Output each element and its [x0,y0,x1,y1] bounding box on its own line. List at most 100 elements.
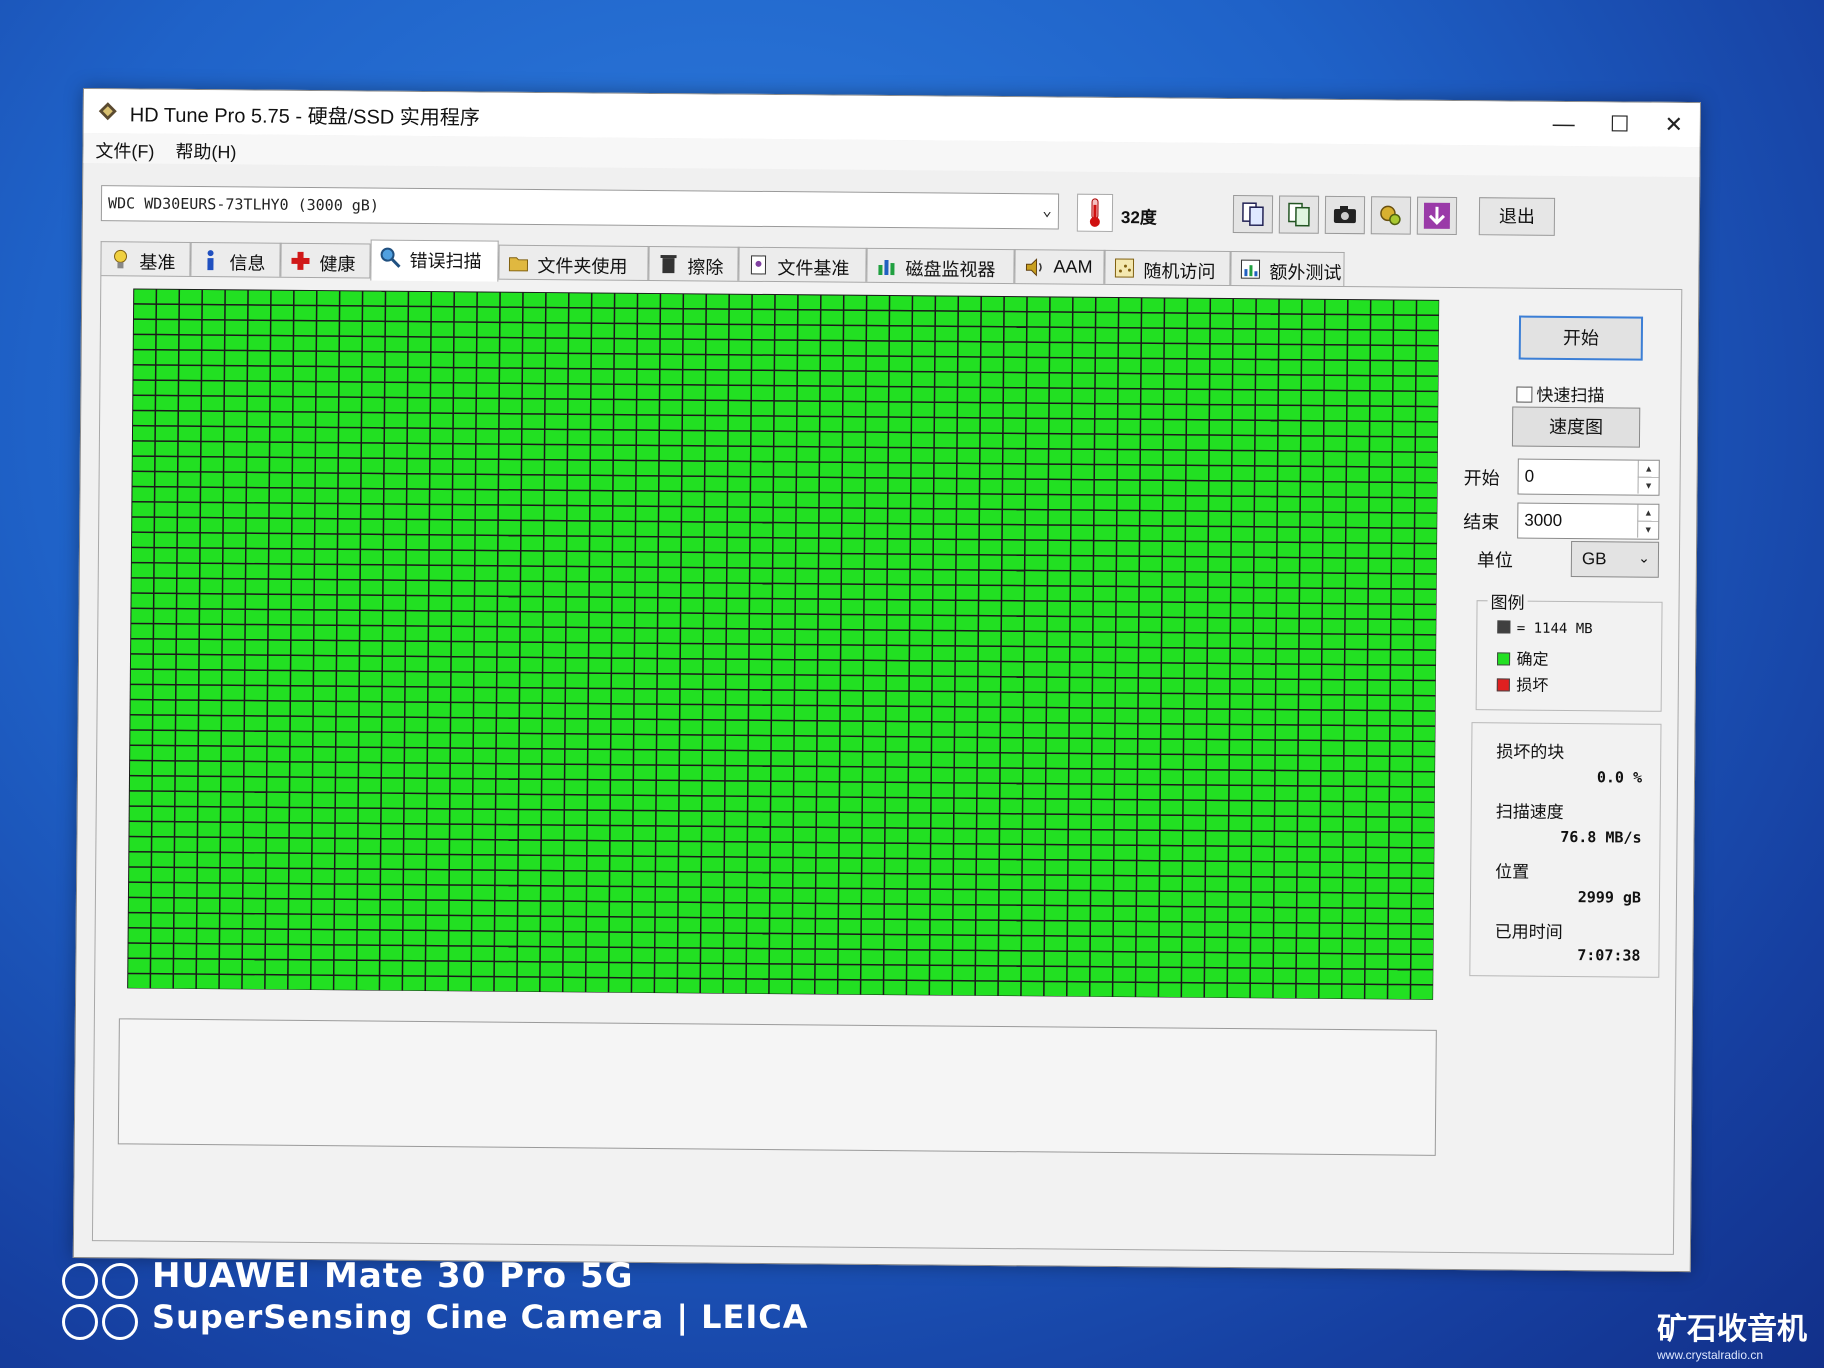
spin-up-icon[interactable]: ▲ [1637,504,1659,522]
scan-block-ok [1004,373,1026,388]
scan-block-ok [202,381,224,396]
scan-block-ok [727,538,750,553]
scan-block-ok [729,340,751,355]
minimize-button[interactable]: — [1536,106,1592,142]
spin-up-icon[interactable]: ▲ [1637,460,1659,478]
scan-block-ok [384,519,406,534]
scan-block-ok [312,823,335,838]
tab-info[interactable]: 信息 [190,241,281,278]
scan-block-ok [796,584,818,599]
close-button[interactable]: ✕ [1646,107,1702,143]
scan-block-ok [1067,951,1090,966]
scan-block-ok [678,887,701,902]
tab-benchmark[interactable]: 基准 [100,241,191,277]
maximize-button[interactable]: ☐ [1592,106,1648,142]
scan-block-ok [473,809,495,824]
scan-block-ok [564,841,587,855]
scan-block-ok [293,458,315,473]
scan-block-ok [1319,969,1342,984]
scan-block-ok [866,432,888,447]
scan-block-ok [430,489,452,504]
start-spinbox[interactable]: 0 ▲ ▼ [1517,458,1660,496]
copy-text-button[interactable] [1232,195,1274,234]
scan-block-ok [1388,954,1411,969]
scan-block-ok [454,337,477,352]
tab-disk-monitor[interactable]: 磁盘监视器 [866,247,1015,285]
save-button[interactable] [1416,196,1458,235]
scan-block-ok [748,827,770,842]
quick-scan-checkbox[interactable]: 快速扫描 [1516,381,1604,407]
scan-block-ok [1047,632,1070,647]
scan-block-ok [450,779,473,794]
options-button[interactable] [1370,196,1412,235]
scan-block-ok [1001,723,1023,738]
menu-file[interactable]: 文件(F) [95,137,154,164]
menu-help[interactable]: 帮助(H) [175,138,236,165]
scan-block-ok [815,980,838,995]
speed-map-button[interactable]: 速度图 [1511,406,1641,448]
tab-random-access[interactable]: 随机访问 [1104,249,1231,287]
scan-block-ok [338,534,360,549]
scan-block-ok [912,402,934,417]
scan-block-ok [678,979,700,993]
scan-block-ok [1348,330,1370,345]
scan-block-ok [1346,513,1369,527]
screenshot-button[interactable] [1324,195,1366,235]
tab-erase[interactable]: 擦除 [648,245,739,282]
scan-block-ok [128,928,151,943]
scan-block-ok [1274,847,1297,862]
file-icon [750,255,767,275]
scan-block-ok [361,443,384,458]
scan-block-ok [910,570,933,585]
checkbox-box[interactable] [1516,386,1533,403]
scan-block-ok [129,776,152,791]
scan-block-ok [518,931,540,946]
tab-error-scan[interactable]: 错误扫描 [370,239,499,282]
scan-block-ok [1343,847,1366,862]
scan-block-ok [655,963,677,978]
scan-block-ok [658,552,681,567]
tab-aam[interactable]: AAM [1014,249,1105,285]
scan-block-ok [245,640,268,655]
scan-block-ok [748,736,771,751]
scan-block-ok [1301,482,1323,497]
tab-folder-usage[interactable]: 文件夹使用 [498,244,649,281]
drive-selector[interactable]: WDC WD30EURS-73TLHY0 (3000 gB) ⌄ [100,185,1060,230]
scan-block-ok [1162,602,1185,617]
tab-health[interactable]: 健康 [280,242,371,279]
bulb-icon [114,249,128,269]
start-value[interactable]: 0 [1525,467,1535,487]
scan-block-ok [933,539,956,554]
scan-block-ok [475,551,498,566]
scan-block-ok [655,902,678,917]
start-scan-button[interactable]: 开始 [1518,315,1644,361]
scan-block-ok [660,415,682,430]
scan-block-ok [496,718,519,733]
scan-block-ok [1094,556,1116,571]
scan-block-ok [359,747,381,762]
scan-block-ok [1274,877,1297,892]
scan-block-ok [1186,466,1209,480]
spin-down-icon[interactable]: ▼ [1637,521,1659,538]
end-value[interactable]: 3000 [1524,511,1562,531]
end-spinbox[interactable]: 3000 ▲ ▼ [1517,502,1660,540]
scan-block-ok [1229,755,1252,770]
copy-info-button[interactable] [1278,195,1320,234]
unit-select[interactable]: GB ⌄ [1570,541,1660,578]
scan-block-ok [1072,373,1095,388]
scan-block-ok [702,766,725,781]
scan-block-ok [1276,695,1298,709]
spin-down-icon[interactable]: ▼ [1637,477,1659,494]
scan-block-ok [1206,861,1228,876]
scan-block-ok [199,670,222,685]
exit-button[interactable]: 退出 [1478,197,1556,236]
scan-block-ok [362,397,384,412]
tab-file-benchmark[interactable]: 文件基准 [738,246,867,283]
scan-block-ok [976,875,999,889]
scan-block-ok [703,629,726,644]
scan-block-ok [681,629,703,643]
scan-block-ok [1255,466,1277,481]
scan-block-ok [404,794,427,808]
scan-block-ok [338,549,360,564]
tab-extra-tests[interactable]: 额外测试 [1230,251,1345,288]
